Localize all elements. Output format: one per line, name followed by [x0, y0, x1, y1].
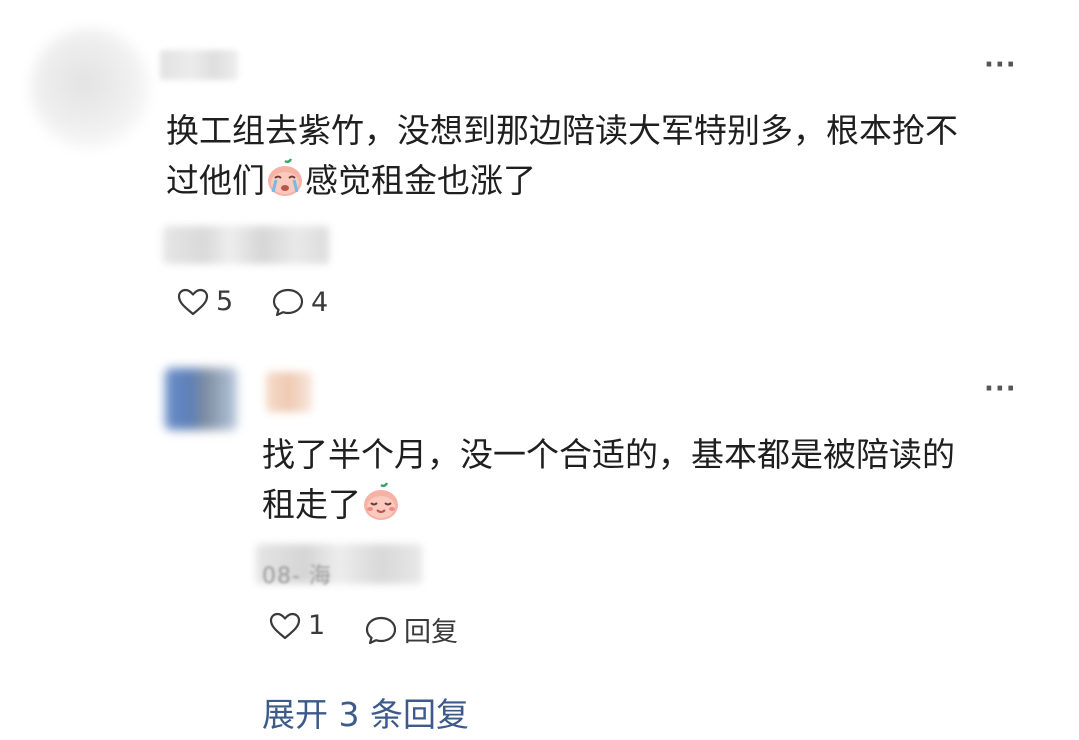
- smiling-blush-face-emoji-icon: [361, 482, 401, 536]
- comment-text-segment: 过他们: [166, 161, 265, 200]
- reply-username-blurred[interactable]: [266, 372, 312, 412]
- reply-label: 回复: [404, 617, 458, 648]
- reply-text: 找了半个月，没一个合适的，基本都是被陪读的 租走了: [262, 430, 1042, 536]
- comment-text-line: 过他们 感觉租金也涨了: [166, 156, 1046, 212]
- heart-icon: [177, 288, 209, 315]
- like-count: 5: [216, 286, 234, 317]
- comment-text-segment: 感觉租金也涨了: [305, 161, 536, 200]
- reply-text-segment: 租走了: [262, 485, 361, 524]
- comment-button[interactable]: 4: [271, 286, 328, 318]
- like-button[interactable]: 5: [176, 286, 233, 317]
- comment-bubble-icon: [272, 288, 304, 317]
- comment-bubble-icon: [365, 616, 397, 644]
- reply-text-line: 找了半个月，没一个合适的，基本都是被陪读的: [262, 435, 955, 474]
- expand-replies-link[interactable]: 展开 3 条回复: [262, 688, 469, 736]
- reply-like-count: 1: [308, 610, 326, 641]
- reply-meta-text: 08- 海: [262, 564, 332, 589]
- avatar[interactable]: [30, 28, 150, 148]
- crying-face-emoji-icon: [265, 158, 305, 212]
- comment-text: 换工组去紫竹，没想到那边陪读大军特别多，根本抢不 过他们 感觉租金也涨了: [166, 106, 1046, 212]
- comment-count: 4: [311, 286, 329, 318]
- comment-meta-blurred: [163, 226, 329, 264]
- more-options-icon[interactable]: ···: [984, 52, 1017, 78]
- reply-text-line: 租走了: [262, 480, 1042, 536]
- reply-avatar[interactable]: [165, 368, 237, 430]
- reply-like-button[interactable]: 1: [268, 610, 325, 641]
- comment-text-line: 换工组去紫竹，没想到那边陪读大军特别多，根本抢不: [166, 111, 958, 150]
- reply-button[interactable]: 回复: [364, 610, 458, 649]
- heart-icon: [269, 612, 301, 639]
- reply-more-options-icon[interactable]: ···: [984, 376, 1017, 402]
- username-blurred[interactable]: [160, 50, 238, 80]
